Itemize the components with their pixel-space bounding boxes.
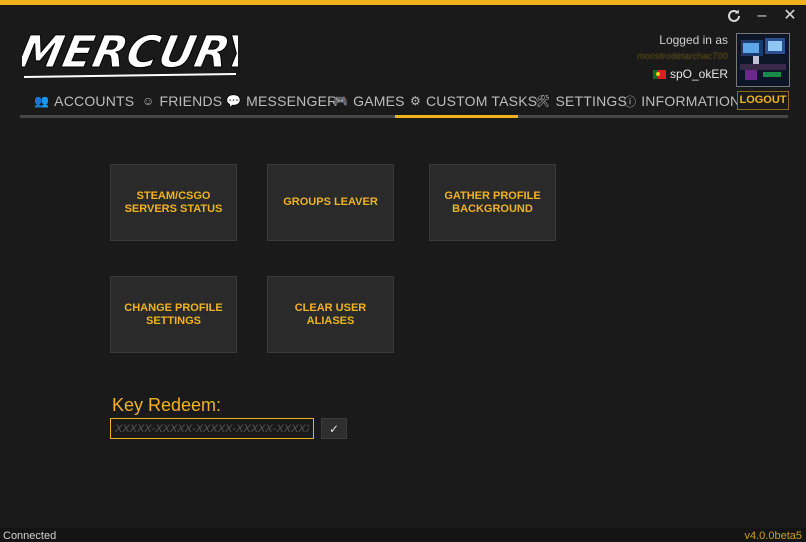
info-icon: ⓘ: [624, 94, 637, 109]
status-bar: [0, 528, 806, 542]
user-info: Logged in as monstrodetarchac700 spO_okE…: [637, 33, 728, 81]
tab-label: CUSTOM TASKS: [425, 93, 538, 109]
tab-custom-tasks[interactable]: ⚙ CUSTOM TASKS: [410, 90, 537, 112]
tab-label: SETTINGS: [555, 93, 628, 109]
tools-icon: 🛠: [535, 94, 551, 108]
tab-accounts[interactable]: 👥 ACCOUNTS: [34, 90, 134, 112]
close-button[interactable]: ✕: [782, 8, 798, 24]
tab-messenger[interactable]: 💬 MESSENGER: [226, 90, 337, 112]
task-change-profile-settings[interactable]: CHANGE PROFILE SETTINGS: [110, 276, 237, 353]
tab-information[interactable]: ⓘ INFORMATION: [624, 90, 740, 112]
top-accent-bar: [0, 0, 806, 5]
task-clear-user-aliases[interactable]: CLEAR USER ALIASES: [267, 276, 394, 353]
window-controls: – ✕: [726, 8, 798, 24]
gear-icon: ⚙: [410, 94, 421, 108]
key-redeem-submit-button[interactable]: ✓: [321, 418, 347, 439]
task-groups-leaver[interactable]: GROUPS LEAVER: [267, 164, 394, 241]
tab-label: ACCOUNTS: [54, 93, 135, 109]
tab-label: MESSENGER: [246, 93, 338, 109]
username: spO_okER: [669, 67, 728, 81]
smiley-icon: ☺: [142, 94, 155, 108]
refresh-icon-glyph: [728, 9, 740, 22]
connection-status: Connected: [3, 530, 57, 542]
avatar[interactable]: [736, 33, 790, 87]
task-gather-profile-background[interactable]: GATHER PROFILE BACKGROUND: [429, 164, 556, 241]
main-nav: 👥 ACCOUNTS ☺ FRIENDS 💬 MESSENGER 🎮 GAMES…: [20, 86, 789, 118]
refresh-icon[interactable]: [726, 8, 742, 24]
tab-label: FRIENDS: [159, 93, 223, 109]
user-email: monstrodetarchac700: [637, 51, 728, 61]
tab-label: INFORMATION: [641, 93, 741, 109]
users-icon: 👥: [34, 94, 50, 108]
version-label: v4.0.0beta5: [744, 530, 803, 542]
key-redeem-input[interactable]: [110, 418, 314, 439]
logout-button[interactable]: LOGOUT: [737, 91, 789, 110]
nav-active-indicator: [395, 115, 518, 118]
gamepad-icon: 🎮: [333, 94, 349, 108]
tab-friends[interactable]: ☺ FRIENDS: [142, 90, 222, 112]
tab-label: GAMES: [353, 93, 405, 109]
key-redeem-label: Key Redeem:: [112, 395, 222, 415]
minimize-button[interactable]: –: [754, 8, 770, 24]
task-steam-csgo-servers-status[interactable]: STEAM/CSGO SERVERS STATUS: [110, 164, 237, 241]
tab-games[interactable]: 🎮 GAMES: [333, 90, 405, 112]
logo-text: MERCURY: [22, 27, 238, 77]
mercury-logo: MERCURY: [22, 22, 238, 80]
tab-settings[interactable]: 🛠 SETTINGS: [535, 90, 627, 112]
user-row: spO_okER: [637, 67, 728, 81]
logged-in-label: Logged in as: [659, 33, 728, 47]
portugal-flag-icon: [652, 69, 666, 79]
chat-bubble-icon: 💬: [226, 94, 242, 108]
